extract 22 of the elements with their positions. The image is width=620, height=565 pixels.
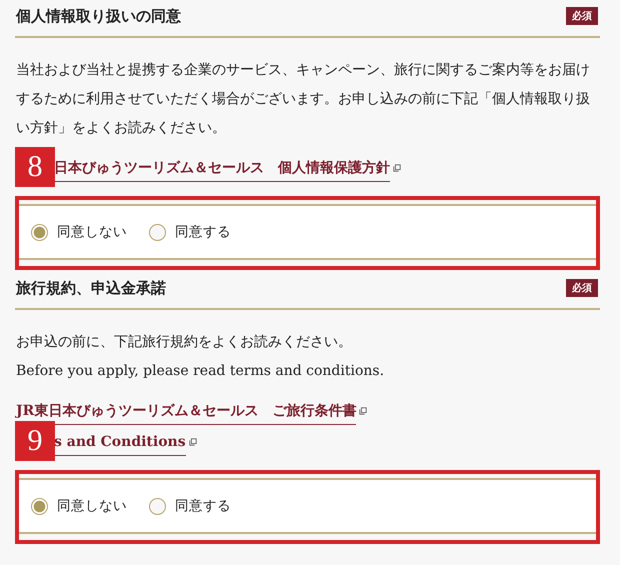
policy-link[interactable]: s and Conditions: [54, 431, 186, 456]
option-label[interactable]: 同意する: [175, 223, 231, 241]
option-label[interactable]: 同意しない: [57, 223, 127, 241]
radio-button[interactable]: [31, 224, 48, 240]
external-link-icon: [188, 438, 197, 446]
section-title: 個人情報取り扱いの同意: [16, 6, 181, 26]
radio-button[interactable]: [149, 224, 166, 240]
description-text: Before you apply, please read terms and conditions.: [16, 362, 386, 381]
option-label[interactable]: 同意する: [175, 497, 231, 515]
radio-button[interactable]: [31, 498, 48, 514]
external-link-icon: [359, 406, 368, 414]
policy-link[interactable]: 日本びゅうツーリズム＆セールス 個人情報保護方針: [54, 157, 390, 182]
external-link-icon: [393, 164, 401, 172]
section-title: 旅行規約、申込金承諾: [16, 278, 166, 298]
step-number-badge: 9: [15, 421, 55, 461]
required-badge: 必須: [566, 279, 598, 297]
radio-button[interactable]: [149, 498, 166, 514]
step-number-badge: 8: [15, 147, 55, 187]
description-text: お申込の前に、下記旅行規約をよくお読みください。: [16, 333, 353, 352]
option-label[interactable]: 同意しない: [57, 497, 127, 515]
description-text: 当社および当社と提携する企業のサービス、キャンペーン、旅行に関するご案内等をお届けするために利用させていただく場合がございます。お申し込みの前に下記「個人情報取り扱い方針」をよくお読みください。: [16, 61, 591, 138]
required-badge: 必須: [566, 7, 598, 25]
